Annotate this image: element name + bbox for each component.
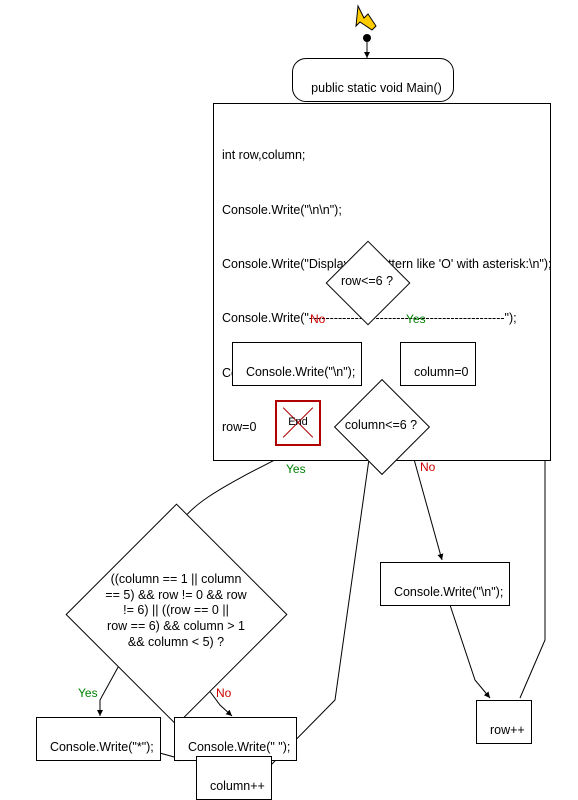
process-space: Console.Write(" "); [174, 717, 297, 761]
stmt-label: row++ [490, 723, 525, 737]
process-column0: column=0 [400, 342, 476, 386]
flowchart-canvas: public static void Main() int row,column… [0, 0, 578, 788]
init-line: Console.Write("\n\n"); [222, 201, 542, 219]
decision-pattern-label: ((column == 1 || column == 5) && row != … [100, 572, 252, 650]
stmt-label: Console.Write("\n"); [246, 365, 355, 379]
decision-row-label: row<=6 ? [332, 274, 402, 290]
edge-yes: Yes [78, 686, 98, 700]
process-colpp: column++ [196, 756, 272, 800]
edge-no: No [420, 460, 435, 474]
edge-yes: Yes [286, 462, 306, 476]
init-line: int row,column; [222, 146, 542, 164]
decision-col-label: column<=6 ? [338, 418, 424, 434]
end-node: End [275, 400, 321, 446]
stmt-label: column=0 [414, 365, 469, 379]
stmt-label: column++ [210, 779, 265, 793]
edge-no: No [310, 312, 325, 326]
edge-no: No [216, 686, 231, 700]
stmt-label: Console.Write("\n"); [394, 585, 503, 599]
process-rowpp: row++ [476, 700, 532, 744]
process-star: Console.Write("*"); [36, 717, 161, 761]
init-line: Console.Write("-------------------------… [222, 309, 542, 327]
edge-yes: Yes [406, 312, 426, 326]
process-newline-left: Console.Write("\n"); [232, 342, 362, 386]
stmt-label: Console.Write(" "); [188, 740, 290, 754]
process-newline-right: Console.Write("\n"); [380, 562, 510, 606]
terminator-label: public static void Main() [311, 81, 442, 95]
end-label: End [277, 416, 319, 428]
stmt-label: Console.Write("*"); [50, 740, 154, 754]
terminator-main: public static void Main() [292, 58, 454, 102]
